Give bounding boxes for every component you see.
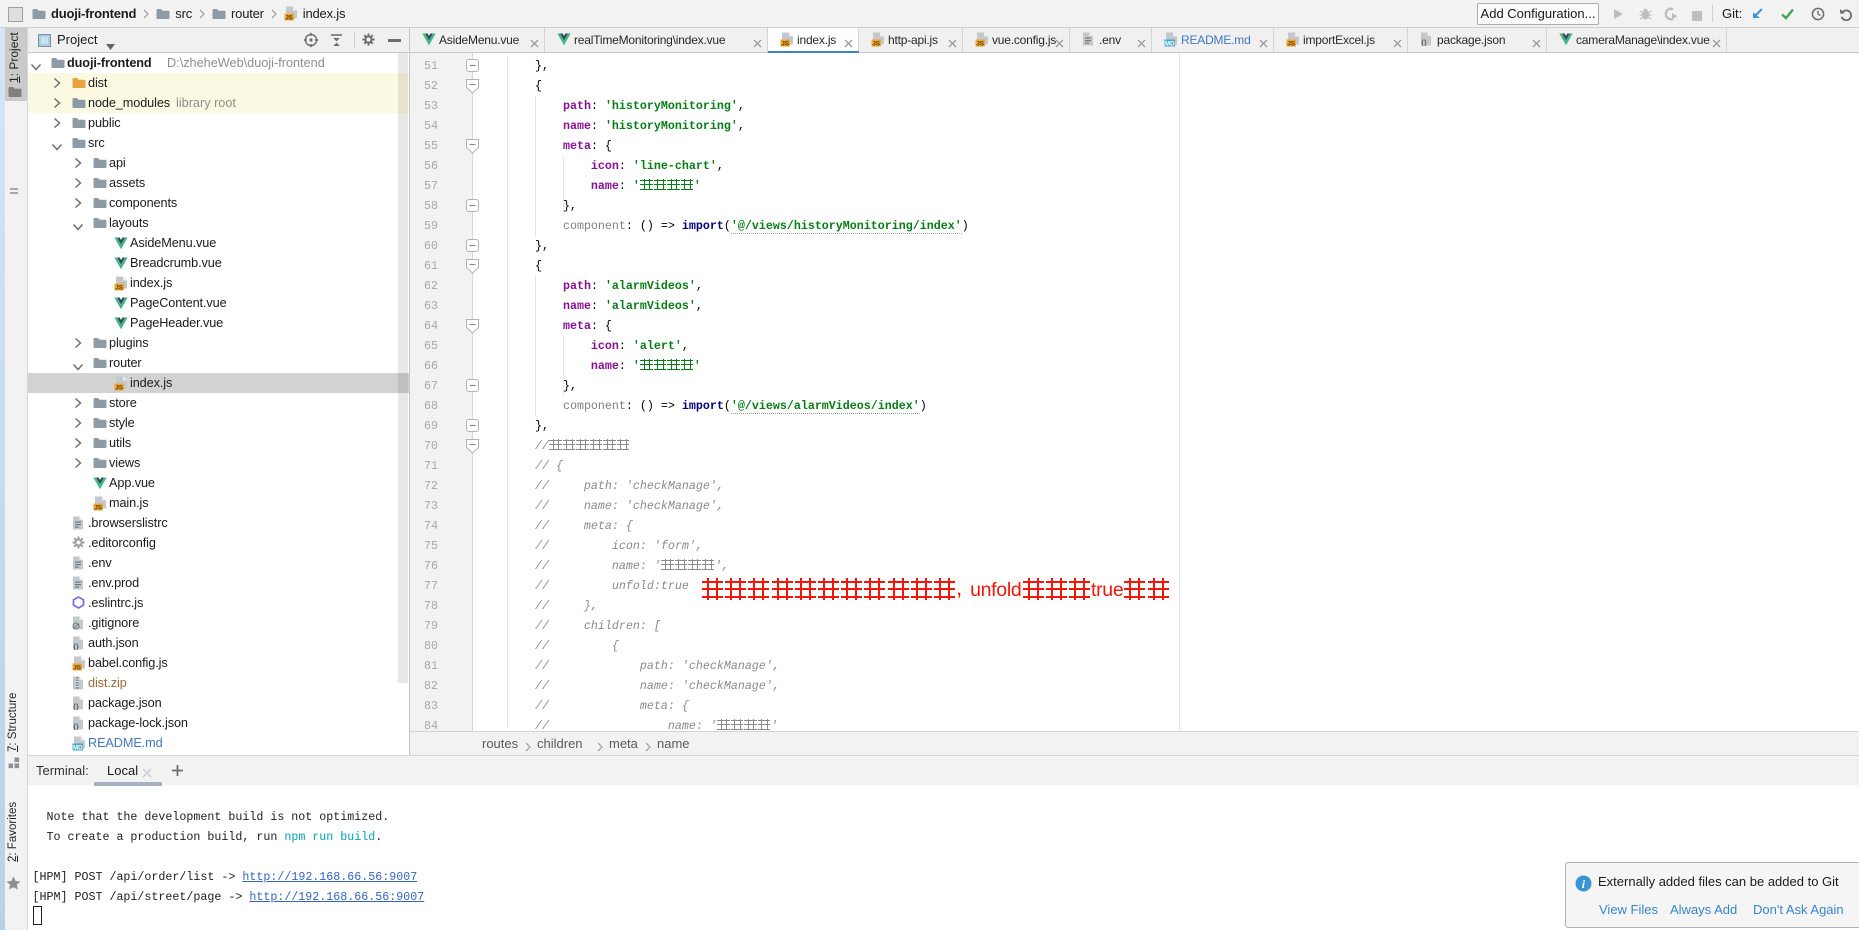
svg-text:{}: {} bbox=[73, 642, 79, 650]
svg-text:JS: JS bbox=[115, 284, 124, 291]
svg-text:{}: {} bbox=[73, 722, 79, 730]
svg-text:JS: JS bbox=[872, 40, 881, 47]
svg-text:JS: JS bbox=[285, 14, 293, 21]
svg-text:JS: JS bbox=[94, 504, 103, 511]
svg-text:{}: {} bbox=[73, 702, 79, 710]
svg-text:JS: JS bbox=[1287, 40, 1296, 47]
svg-text:{}: {} bbox=[1421, 38, 1427, 46]
svg-text:JS: JS bbox=[73, 664, 82, 671]
svg-text:JS: JS bbox=[781, 40, 790, 47]
svg-text:MD: MD bbox=[73, 744, 83, 751]
svg-text:JS: JS bbox=[976, 40, 985, 47]
svg-text:MD: MD bbox=[1165, 40, 1175, 47]
svg-text:JS: JS bbox=[115, 384, 124, 391]
